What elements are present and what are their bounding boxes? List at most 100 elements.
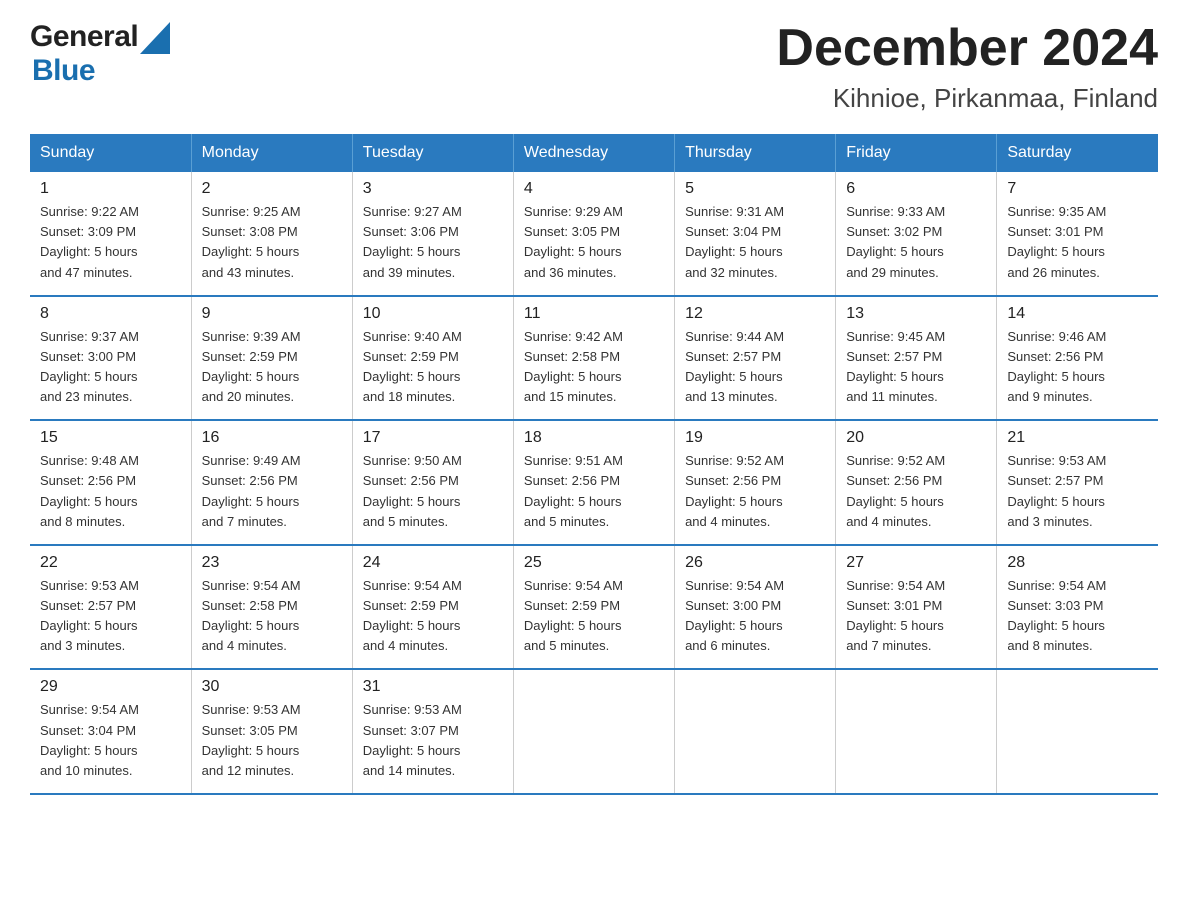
day-detail: Sunrise: 9:54 AMSunset: 3:01 PMDaylight:… xyxy=(846,576,986,657)
calendar-cell: 30Sunrise: 9:53 AMSunset: 3:05 PMDayligh… xyxy=(191,669,352,794)
weekday-header-saturday: Saturday xyxy=(997,134,1158,172)
calendar-week-row: 22 Sunrise: 9:53 AMSunset: 2:57 PMDayligh… xyxy=(30,545,1158,670)
day-detail: Sunrise: 9:27 AMSunset: 3:06 PMDaylight:… xyxy=(363,202,503,283)
day-detail: Sunrise: 9:42 AMSunset: 2:58 PMDaylight:… xyxy=(524,327,664,408)
calendar-title-block: December 2024 Kihnioe, Pirkanmaa, Finlan… xyxy=(776,20,1158,114)
calendar-cell: 11 Sunrise: 9:42 AMSunset: 2:58 PMDayligh… xyxy=(513,296,674,421)
day-detail: Sunrise: 9:53 AMSunset: 3:07 PMDaylight:… xyxy=(363,700,503,781)
day-detail: Sunrise: 9:44 AMSunset: 2:57 PMDaylight:… xyxy=(685,327,825,408)
day-detail: Sunrise: 9:49 AMSunset: 2:56 PMDaylight:… xyxy=(202,451,342,532)
day-number: 18 xyxy=(524,429,664,447)
logo-general-text: General xyxy=(30,20,138,54)
calendar-cell xyxy=(836,669,997,794)
day-detail: Sunrise: 9:29 AMSunset: 3:05 PMDaylight:… xyxy=(524,202,664,283)
day-number: 16 xyxy=(202,429,342,447)
weekday-header-thursday: Thursday xyxy=(675,134,836,172)
logo: General Blue xyxy=(30,20,170,88)
calendar-cell: 23Sunrise: 9:54 AMSunset: 2:58 PMDayligh… xyxy=(191,545,352,670)
day-detail: Sunrise: 9:35 AMSunset: 3:01 PMDaylight:… xyxy=(1007,202,1148,283)
day-detail: Sunrise: 9:22 AMSunset: 3:09 PMDaylight:… xyxy=(40,202,181,283)
day-number: 3 xyxy=(363,180,503,198)
calendar-title: December 2024 xyxy=(776,20,1158,77)
day-number: 23 xyxy=(202,554,342,572)
day-number: 12 xyxy=(685,305,825,323)
day-detail: Sunrise: 9:53 AMSunset: 2:57 PMDaylight:… xyxy=(40,576,181,657)
day-detail: Sunrise: 9:45 AMSunset: 2:57 PMDaylight:… xyxy=(846,327,986,408)
day-number: 13 xyxy=(846,305,986,323)
day-number: 20 xyxy=(846,429,986,447)
day-detail: Sunrise: 9:51 AMSunset: 2:56 PMDaylight:… xyxy=(524,451,664,532)
day-detail: Sunrise: 9:48 AMSunset: 2:56 PMDaylight:… xyxy=(40,451,181,532)
day-detail: Sunrise: 9:54 AMSunset: 3:04 PMDaylight:… xyxy=(40,700,181,781)
calendar-cell: 5 Sunrise: 9:31 AMSunset: 3:04 PMDaylight… xyxy=(675,172,836,296)
weekday-header-monday: Monday xyxy=(191,134,352,172)
calendar-week-row: 8 Sunrise: 9:37 AMSunset: 3:00 PMDaylight… xyxy=(30,296,1158,421)
day-number: 14 xyxy=(1007,305,1148,323)
weekday-header-wednesday: Wednesday xyxy=(513,134,674,172)
day-detail: Sunrise: 9:40 AMSunset: 2:59 PMDaylight:… xyxy=(363,327,503,408)
calendar-cell: 18 Sunrise: 9:51 AMSunset: 2:56 PMDayligh… xyxy=(513,420,674,545)
page-header: General Blue December 2024 Kihnioe, Pirk… xyxy=(30,20,1158,114)
calendar-table: SundayMondayTuesdayWednesdayThursdayFrid… xyxy=(30,134,1158,795)
calendar-cell: 25 Sunrise: 9:54 AMSunset: 2:59 PMDayligh… xyxy=(513,545,674,670)
calendar-cell: 16 Sunrise: 9:49 AMSunset: 2:56 PMDayligh… xyxy=(191,420,352,545)
day-detail: Sunrise: 9:39 AMSunset: 2:59 PMDaylight:… xyxy=(202,327,342,408)
calendar-cell: 21 Sunrise: 9:53 AMSunset: 2:57 PMDayligh… xyxy=(997,420,1158,545)
day-number: 19 xyxy=(685,429,825,447)
day-detail: Sunrise: 9:54 AMSunset: 2:59 PMDaylight:… xyxy=(524,576,664,657)
day-detail: Sunrise: 9:52 AMSunset: 2:56 PMDaylight:… xyxy=(846,451,986,532)
day-number: 15 xyxy=(40,429,181,447)
calendar-cell: 8 Sunrise: 9:37 AMSunset: 3:00 PMDaylight… xyxy=(30,296,191,421)
day-detail: Sunrise: 9:53 AMSunset: 3:05 PMDaylight:… xyxy=(202,700,342,781)
day-number: 5 xyxy=(685,180,825,198)
calendar-cell: 27 Sunrise: 9:54 AMSunset: 3:01 PMDayligh… xyxy=(836,545,997,670)
day-detail: Sunrise: 9:52 AMSunset: 2:56 PMDaylight:… xyxy=(685,451,825,532)
calendar-cell: 4 Sunrise: 9:29 AMSunset: 3:05 PMDaylight… xyxy=(513,172,674,296)
day-detail: Sunrise: 9:33 AMSunset: 3:02 PMDaylight:… xyxy=(846,202,986,283)
calendar-cell: 29Sunrise: 9:54 AMSunset: 3:04 PMDayligh… xyxy=(30,669,191,794)
calendar-cell: 14Sunrise: 9:46 AMSunset: 2:56 PMDayligh… xyxy=(997,296,1158,421)
day-number: 22 xyxy=(40,554,181,572)
calendar-cell xyxy=(997,669,1158,794)
day-number: 2 xyxy=(202,180,342,198)
calendar-subtitle: Kihnioe, Pirkanmaa, Finland xyxy=(776,83,1158,114)
day-number: 10 xyxy=(363,305,503,323)
day-number: 27 xyxy=(846,554,986,572)
weekday-header-sunday: Sunday xyxy=(30,134,191,172)
calendar-cell xyxy=(675,669,836,794)
calendar-cell: 9Sunrise: 9:39 AMSunset: 2:59 PMDaylight… xyxy=(191,296,352,421)
calendar-cell: 22 Sunrise: 9:53 AMSunset: 2:57 PMDayligh… xyxy=(30,545,191,670)
day-detail: Sunrise: 9:50 AMSunset: 2:56 PMDaylight:… xyxy=(363,451,503,532)
logo-blue-text: Blue xyxy=(32,54,95,87)
day-number: 6 xyxy=(846,180,986,198)
calendar-cell: 13 Sunrise: 9:45 AMSunset: 2:57 PMDayligh… xyxy=(836,296,997,421)
day-number: 25 xyxy=(524,554,664,572)
day-number: 26 xyxy=(685,554,825,572)
calendar-cell: 1Sunrise: 9:22 AMSunset: 3:09 PMDaylight… xyxy=(30,172,191,296)
weekday-header-row: SundayMondayTuesdayWednesdayThursdayFrid… xyxy=(30,134,1158,172)
day-number: 17 xyxy=(363,429,503,447)
calendar-cell: 24Sunrise: 9:54 AMSunset: 2:59 PMDayligh… xyxy=(352,545,513,670)
day-number: 7 xyxy=(1007,180,1148,198)
calendar-cell: 2 Sunrise: 9:25 AMSunset: 3:08 PMDaylight… xyxy=(191,172,352,296)
day-number: 11 xyxy=(524,305,664,323)
calendar-cell xyxy=(513,669,674,794)
calendar-cell: 15 Sunrise: 9:48 AMSunset: 2:56 PMDayligh… xyxy=(30,420,191,545)
day-detail: Sunrise: 9:37 AMSunset: 3:00 PMDaylight:… xyxy=(40,327,181,408)
calendar-cell: 28Sunrise: 9:54 AMSunset: 3:03 PMDayligh… xyxy=(997,545,1158,670)
calendar-cell: 17 Sunrise: 9:50 AMSunset: 2:56 PMDayligh… xyxy=(352,420,513,545)
day-number: 21 xyxy=(1007,429,1148,447)
calendar-cell: 6 Sunrise: 9:33 AMSunset: 3:02 PMDaylight… xyxy=(836,172,997,296)
day-detail: Sunrise: 9:54 AMSunset: 3:03 PMDaylight:… xyxy=(1007,576,1148,657)
day-number: 31 xyxy=(363,678,503,696)
calendar-cell: 31 Sunrise: 9:53 AMSunset: 3:07 PMDayligh… xyxy=(352,669,513,794)
day-detail: Sunrise: 9:25 AMSunset: 3:08 PMDaylight:… xyxy=(202,202,342,283)
calendar-cell: 20 Sunrise: 9:52 AMSunset: 2:56 PMDayligh… xyxy=(836,420,997,545)
day-number: 24 xyxy=(363,554,503,572)
day-detail: Sunrise: 9:53 AMSunset: 2:57 PMDaylight:… xyxy=(1007,451,1148,532)
day-detail: Sunrise: 9:31 AMSunset: 3:04 PMDaylight:… xyxy=(685,202,825,283)
day-number: 8 xyxy=(40,305,181,323)
day-detail: Sunrise: 9:54 AMSunset: 3:00 PMDaylight:… xyxy=(685,576,825,657)
day-number: 4 xyxy=(524,180,664,198)
logo-triangle-icon xyxy=(140,22,170,54)
